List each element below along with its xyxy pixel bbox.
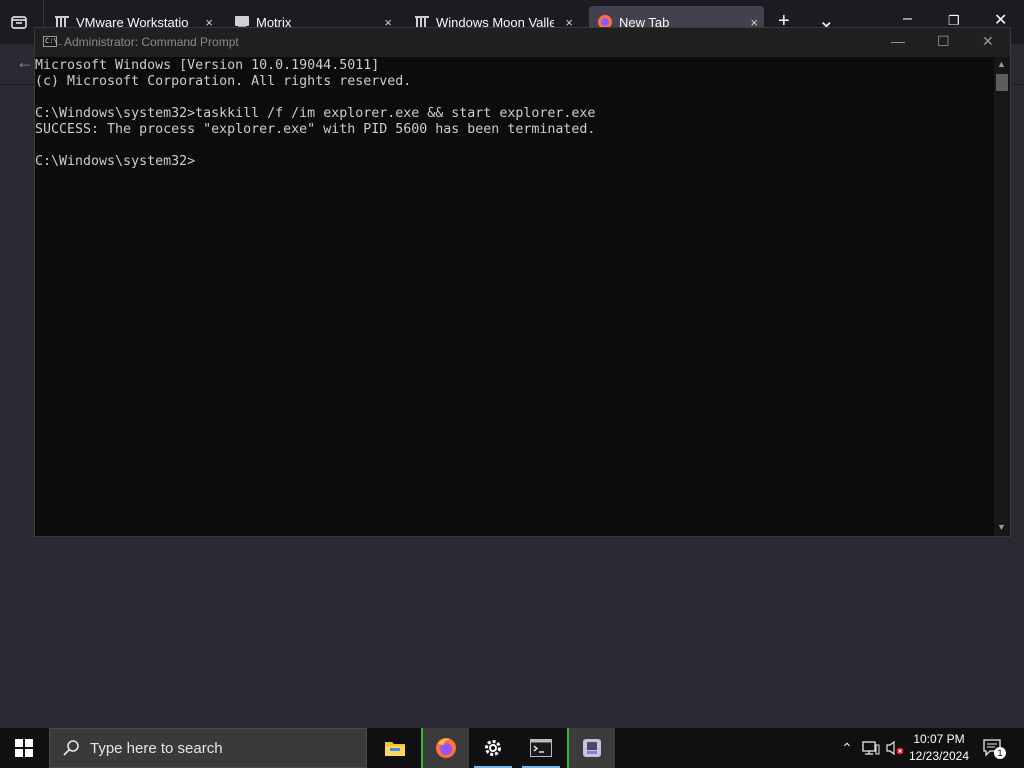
taskbar-search-box[interactable]: Type here to search — [49, 728, 367, 768]
console-prompt-line[interactable]: C:\Windows\system32> — [35, 154, 195, 170]
cmd-title-bar[interactable]: C:\_ Administrator: Command Prompt — ☐ ✕ — [35, 28, 1010, 57]
clock-time: 10:07 PM — [913, 732, 965, 746]
cmd-icon-glyph: C:\_ — [45, 37, 62, 45]
cmd-minimize-button[interactable]: — — [891, 33, 905, 49]
cmd-console-output[interactable]: Microsoft Windows [Version 10.0.19044.50… — [35, 57, 995, 536]
cmd-window[interactable]: C:\_ Administrator: Command Prompt — ☐ ✕… — [34, 27, 1011, 537]
start-button[interactable] — [0, 728, 48, 768]
browser-minimize-button[interactable]: – — [903, 10, 912, 28]
cmd-maximize-button[interactable]: ☐ — [937, 33, 950, 50]
cmd-close-button[interactable]: ✕ — [982, 33, 994, 50]
scroll-up-icon[interactable]: ▲ — [997, 59, 1006, 69]
clock-date: 12/23/2024 — [908, 749, 970, 763]
taskbar-file-explorer[interactable] — [372, 728, 418, 768]
cmd-window-title: Administrator: Command Prompt — [64, 35, 239, 49]
notification-count-badge: 1 — [994, 747, 1006, 759]
clock[interactable]: 10:07 PM 12/23/2024 — [903, 731, 975, 765]
folder-icon — [385, 742, 405, 756]
tab-overview-icon[interactable] — [10, 13, 28, 31]
search-icon — [63, 740, 79, 756]
console-line: (c) Microsoft Corporation. All rights re… — [35, 74, 412, 89]
taskbar-storage-app[interactable] — [567, 728, 615, 768]
taskbar-command-prompt[interactable] — [518, 728, 564, 768]
gear-icon — [485, 740, 501, 756]
cmd-scrollbar[interactable]: ▲ ▼ — [994, 57, 1010, 536]
back-button[interactable]: ← — [16, 52, 34, 73]
taskbar: Type here to search ⌃ 10:07 PM 12/23/202… — [0, 728, 1024, 768]
console-line: Microsoft Windows [Version 10.0.19044.50… — [35, 58, 380, 73]
console-line: C:\Windows\system32>taskkill /f /im expl… — [35, 106, 596, 121]
taskbar-firefox[interactable] — [421, 728, 469, 768]
firefox-icon — [436, 738, 456, 758]
taskbar-settings[interactable] — [470, 728, 516, 768]
notification-center-button[interactable]: 1 — [980, 728, 1006, 768]
search-placeholder: Type here to search — [90, 739, 223, 757]
tray-overflow-chevron-icon[interactable]: ⌃ — [838, 728, 856, 768]
storage-app-icon — [583, 739, 601, 757]
network-icon[interactable] — [860, 728, 882, 768]
scroll-down-icon[interactable]: ▼ — [997, 522, 1006, 532]
cmd-app-icon: C:\_ — [43, 36, 62, 47]
scroll-thumb[interactable] — [996, 74, 1008, 91]
terminal-icon — [530, 739, 552, 757]
windows-logo-icon — [15, 739, 33, 757]
console-line: SUCCESS: The process "explorer.exe" with… — [35, 122, 596, 137]
